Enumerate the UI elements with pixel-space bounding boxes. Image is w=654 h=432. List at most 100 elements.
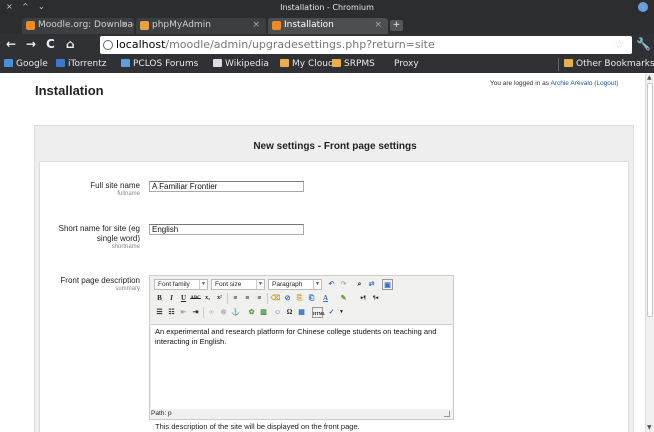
scroll-down-icon[interactable]: ▼ [647,424,652,431]
logout-link[interactable]: (Logout) [594,80,618,87]
fullname-input[interactable]: A Familiar Frontier [149,181,304,192]
new-tab-button[interactable]: + [390,20,403,31]
user-profile-link[interactable]: Archie Arevalo [550,80,592,87]
resize-handle-icon[interactable] [444,411,450,417]
anchor-icon[interactable]: ⚓ [230,307,241,318]
link-icon[interactable]: ∞ [206,307,217,318]
underline-icon[interactable]: U [178,293,189,304]
url-host: localhost [116,38,166,51]
select-value: Paragraph [272,281,303,288]
page-content: Installation You are logged in as Archie… [0,73,645,432]
align-right-icon[interactable]: ≡ [254,293,265,304]
strikethrough-icon[interactable]: ABC [190,293,201,304]
text-color-icon[interactable]: A [320,293,331,304]
find-replace-icon[interactable]: ⇄ [366,279,377,290]
background-color-icon[interactable]: ✎ [338,293,349,304]
fullscreen-icon[interactable]: ▣ [382,279,393,290]
bookmark-srpms[interactable]: SRPMS [332,59,375,69]
pclos-icon [121,59,130,67]
bookmarks-divider [558,58,559,71]
clean-formatting-icon[interactable]: ⌫ [270,293,281,304]
folder-icon [564,59,573,67]
bookmark-wikipedia[interactable]: Wikipedia [213,59,269,69]
shortname-input[interactable]: English [149,224,304,235]
window-title: Installation - Chromium [280,3,374,12]
html-source-icon[interactable]: HTML [312,307,325,318]
paste-text-icon[interactable]: ⎘ [294,293,305,304]
tab-label: phpMyAdmin [152,20,211,30]
align-left-icon[interactable]: ≡ [230,293,241,304]
font-size-select[interactable]: Font size ▼ [211,279,265,290]
rtl-icon[interactable]: ¶◂ [370,293,381,304]
chevron-down-icon: ▼ [256,280,264,289]
paste-word-icon[interactable]: ⎗ [306,293,317,304]
close-tab-icon[interactable]: × [374,20,382,30]
home-icon[interactable]: ⌂ [66,37,75,51]
scrollbar-thumb[interactable] [647,83,653,317]
outdent-icon[interactable]: ⇤ [178,307,189,318]
tab-phpmyadmin[interactable]: phpMyAdmin × [136,18,266,34]
forward-arrow-icon[interactable]: → [26,37,36,51]
settings-form: Full site name fullname A Familiar Front… [39,161,629,432]
chromium-logo-icon [638,2,648,12]
table-icon[interactable]: ▦ [296,307,307,318]
image-icon[interactable]: ✿ [246,307,257,318]
chevron-down-icon: ▼ [199,280,207,289]
bookmark-label: Google [16,59,48,69]
tab-installation[interactable]: Installation × [268,18,388,34]
numbered-list-icon[interactable]: ☷ [166,307,177,318]
editor-toolbar-row-1: Font family ▼ Font size ▼ Paragraph ▼ ↶ ↷ ⌕… [152,278,452,292]
shortname-label: Short name for site (eg single word) [58,224,140,243]
italic-icon[interactable]: I [166,293,177,304]
ltr-icon[interactable]: ▸¶ [358,293,369,304]
bookmark-google[interactable]: Google [4,59,48,69]
toolbar-separator [227,293,228,304]
page-info-icon[interactable] [103,40,113,50]
bookmark-label: My Cloud [292,59,334,69]
remove-format-icon[interactable]: ⊘ [282,293,293,304]
bookmark-star-icon[interactable]: ☆ [614,37,625,51]
indent-icon[interactable]: ⇥ [190,307,201,318]
bookmark-label: SRPMS [344,59,375,69]
bookmark-proxy[interactable]: Proxy [394,59,419,69]
bullet-list-icon[interactable]: ☰ [154,307,165,318]
unlink-icon[interactable]: ⊗ [218,307,229,318]
superscript-icon[interactable]: x² [214,293,225,304]
scroll-up-icon[interactable]: ▲ [647,74,652,81]
redo-icon[interactable]: ↷ [338,279,349,290]
moodle-icon [272,21,281,30]
other-bookmarks[interactable]: Other Bookmarks [564,59,654,69]
reload-icon[interactable]: C [46,37,55,51]
editor-status-path: Path: p [151,410,172,417]
bookmark-label: PCLOS Forums [133,59,199,69]
align-center-icon[interactable]: ≡ [242,293,253,304]
bookmark-itorrentz[interactable]: iTorrentz [56,59,107,69]
subscript-icon[interactable]: x₂ [202,293,213,304]
phpmyadmin-icon [140,21,149,30]
editor-textarea[interactable]: An experimental and research platform fo… [151,324,452,409]
close-tab-icon[interactable]: × [120,20,128,30]
address-bar[interactable]: localhost/moodle/admin/upgradesettings.p… [100,36,632,54]
page-scrollbar[interactable]: ▲ ▼ [645,73,654,432]
section-title: New settings - Front page settings [253,141,417,152]
special-char-icon[interactable]: Ω [284,307,295,318]
folder-icon [280,59,289,67]
emoticon-icon[interactable]: ☺ [272,307,283,318]
bookmark-label: iTorrentz [68,59,107,69]
close-tab-icon[interactable]: × [252,20,260,30]
chevron-down-icon[interactable]: ▼ [336,307,347,318]
bookmark-label: Proxy [394,59,419,69]
moodle-media-icon[interactable]: ▥ [258,307,269,318]
paragraph-select[interactable]: Paragraph ▼ [268,279,322,290]
bookmark-pclos-forums[interactable]: PCLOS Forums [121,59,198,69]
bold-icon[interactable]: B [154,293,165,304]
back-arrow-icon[interactable]: ← [6,37,16,51]
bookmarks-bar: Google iTorrentz PCLOS Forums Wikipedia … [0,56,654,73]
tab-moodle-download[interactable]: Moodle.org: Download × [22,18,134,34]
find-icon[interactable]: ⌕ [354,279,365,290]
summary-description: This description of the site will be dis… [155,422,360,431]
font-family-select[interactable]: Font family ▼ [154,279,208,290]
wrench-icon[interactable]: 🔧 [636,37,651,51]
bookmark-my-cloud[interactable]: My Cloud [280,59,334,69]
undo-icon[interactable]: ↶ [326,279,337,290]
